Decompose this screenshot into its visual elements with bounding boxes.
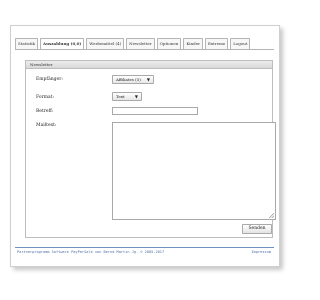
footer-divider	[15, 247, 274, 248]
format-select[interactable]: Text ▼	[112, 92, 142, 101]
subject-label: Betreff:	[36, 109, 54, 114]
format-value: Text	[116, 94, 125, 99]
tab-logout[interactable]: Logout	[230, 38, 251, 49]
tab-kinder[interactable]: Kinder	[183, 38, 203, 49]
chevron-down-icon: ▼	[146, 77, 150, 82]
tab-divider	[15, 49, 274, 50]
tab-optionen[interactable]: Optionen	[156, 38, 182, 49]
tab-newsletter[interactable]: Newsletter	[126, 38, 155, 49]
tab-extreme[interactable]: Extreme	[205, 38, 229, 49]
tab-statistik[interactable]: Statistik	[15, 38, 38, 49]
recipient-select[interactable]: Affiliates (5) ▼	[112, 75, 154, 84]
format-label: Format:	[36, 95, 55, 100]
send-button[interactable]: Senden	[242, 224, 272, 234]
panel-title: Newsletter	[26, 61, 272, 69]
recipient-label: Empfänger:	[36, 77, 63, 82]
newsletter-panel: Newsletter Empfänger: Affiliates (5) ▼ F…	[25, 60, 276, 238]
imprint-link[interactable]: Impressum	[252, 250, 271, 254]
recipient-value: Affiliates (5)	[116, 77, 141, 82]
tab-auszahlung[interactable]: Auszahlung (0,0)	[39, 38, 85, 49]
message-label: Mailtext:	[36, 123, 57, 128]
message-textarea[interactable]	[112, 122, 276, 220]
resize-grip-icon[interactable]	[269, 213, 274, 218]
page-card: Statistik Auszahlung (0,0) Werbemittel (…	[10, 25, 280, 267]
subject-input[interactable]	[112, 107, 198, 115]
footer-copyright: Partnerprogramm Software PayPerSale von …	[17, 250, 165, 254]
tab-werbemittel[interactable]: Werbemittel (4)	[86, 38, 125, 49]
tab-bar: Statistik Auszahlung (0,0) Werbemittel (…	[15, 38, 251, 49]
chevron-down-icon: ▼	[134, 94, 138, 99]
